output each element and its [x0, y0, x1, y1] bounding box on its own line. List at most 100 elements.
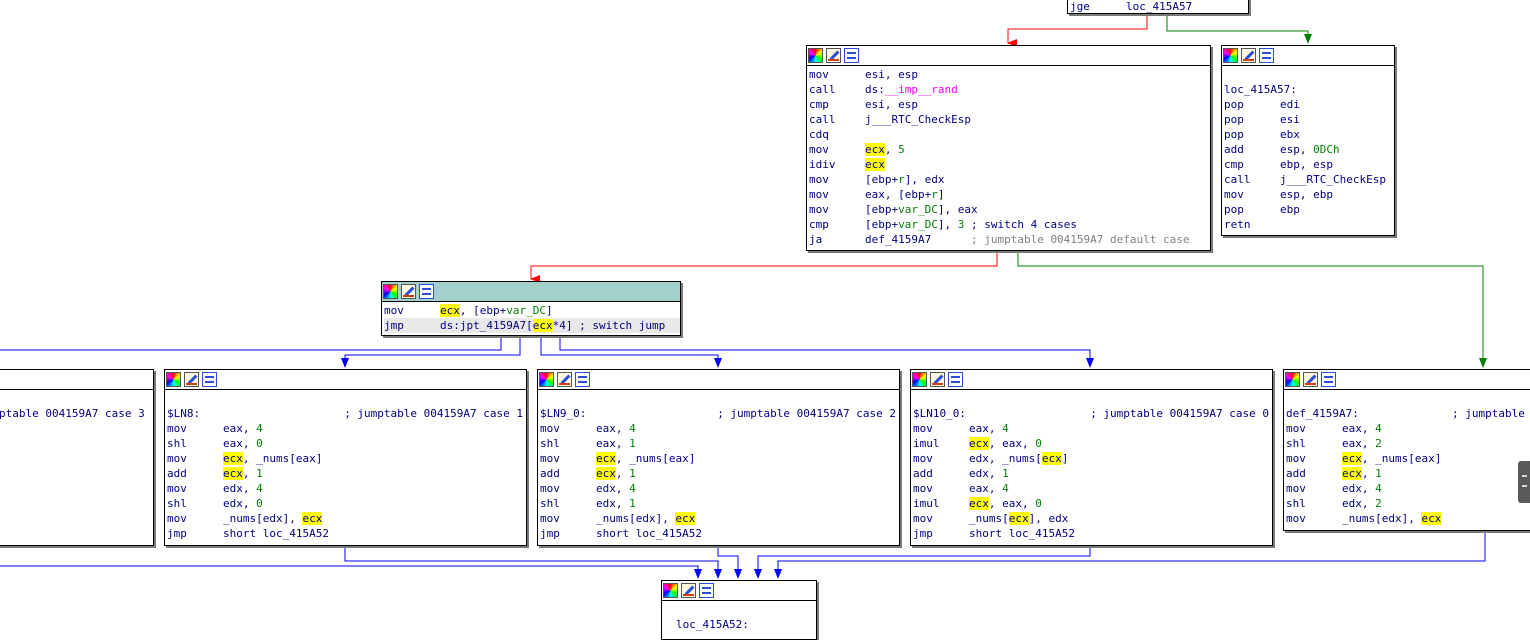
color-palette-icon[interactable] — [539, 372, 554, 387]
instruction-line[interactable]: shl eax, 0 — [167, 436, 526, 451]
instruction-line[interactable]: mov _nums[ecx], edx — [913, 511, 1272, 526]
highlighted-register[interactable]: ecx — [1342, 452, 1362, 465]
instruction-line[interactable]: mov ecx, _nums[eax] — [167, 451, 526, 466]
cfg-node-jge[interactable]: jge loc_415A57 — [1067, 0, 1249, 14]
graph-view-icon[interactable] — [202, 372, 217, 387]
highlighted-register[interactable]: ecx — [1342, 467, 1362, 480]
instruction-line[interactable]: mov eax, 4 — [1286, 421, 1530, 436]
color-palette-icon[interactable] — [1223, 48, 1238, 63]
highlighted-register[interactable]: ecx — [596, 452, 616, 465]
instruction-line[interactable]: jmp short loc_415A52 — [540, 526, 899, 541]
graph-view-icon[interactable] — [948, 372, 963, 387]
instruction-line[interactable]: cmp [ebp+var_DC], 3 ; switch 4 cases — [809, 217, 1210, 232]
instruction-line[interactable]: shl edx, 1 — [540, 496, 899, 511]
node-code[interactable]: mov ecx, [ebp+var_DC] jmp ds:jpt_4159A7[ecx… — [382, 302, 680, 333]
highlighted-register[interactable]: ecx — [969, 437, 989, 450]
instruction-line[interactable]: mov edx, 4 — [167, 481, 526, 496]
highlighted-register[interactable]: ecx — [532, 319, 553, 332]
graph-view-icon[interactable] — [1259, 48, 1274, 63]
code-label[interactable]: loc_415A52: — [676, 617, 749, 632]
edit-node-icon[interactable] — [681, 583, 696, 598]
instruction-line[interactable]: idiv ecx — [809, 157, 1210, 172]
instruction-line[interactable]: call j___RTC_CheckEsp — [809, 112, 1210, 127]
instruction-line[interactable]: mov eax, 4 — [167, 421, 526, 436]
highlighted-register[interactable]: ecx — [440, 304, 460, 317]
cfg-node-rand[interactable]: mov esi, esp call ds:__imp__rand cmp esi, esp… — [806, 45, 1211, 251]
instruction-line[interactable]: pop edi — [1224, 97, 1394, 112]
color-palette-icon[interactable] — [808, 48, 823, 63]
instruction-line[interactable]: mov edx, _nums[ecx] — [913, 451, 1272, 466]
cfg-node-case3[interactable]: ptable 004159A7 case 3 — [0, 369, 154, 546]
color-palette-icon[interactable] — [663, 583, 678, 598]
color-palette-icon[interactable] — [1285, 372, 1300, 387]
highlighted-register[interactable]: ecx — [223, 452, 243, 465]
instruction-line[interactable]: jmp short loc_415A52 — [913, 526, 1272, 541]
instruction-line[interactable]: mov ecx, _nums[eax] — [1286, 451, 1530, 466]
instruction-line[interactable]: call j___RTC_CheckEsp — [1224, 172, 1394, 187]
instruction-line[interactable]: add edx, 1 — [913, 466, 1272, 481]
cfg-node-ln9-0[interactable]: $LN9_0: ; jumptable 004159A7 case 2 mov e… — [537, 369, 900, 546]
cfg-node-loc-415a52[interactable]: loc_415A52: — [661, 580, 817, 640]
instruction-line[interactable]: cmp ebp, esp — [1224, 157, 1394, 172]
instruction-line[interactable]: add ecx, 1 — [1286, 466, 1530, 481]
instruction-line[interactable]: ja def_4159A7 ; jumptable 004159A7 defaul… — [809, 232, 1210, 247]
instruction-line[interactable]: add ecx, 1 — [167, 466, 526, 481]
instruction-line[interactable]: cmp esi, esp — [809, 97, 1210, 112]
graph-view-icon[interactable] — [575, 372, 590, 387]
instruction-line[interactable]: imul ecx, eax, 0 — [913, 496, 1272, 511]
cfg-node-loc-415a57[interactable]: loc_415A57: pop edi pop esi pop ebx add esp, 0D… — [1221, 45, 1395, 236]
instruction-line[interactable]: mov ecx, [ebp+var_DC] — [384, 303, 680, 318]
edit-node-icon[interactable] — [1241, 48, 1256, 63]
highlighted-register[interactable]: ecx — [302, 512, 323, 525]
node-code[interactable]: mov eax, 4 imul ecx, eax, 0 mov edx, _nums[ec… — [913, 421, 1272, 541]
instruction-line[interactable]: shl eax, 1 — [540, 436, 899, 451]
instruction-line[interactable]: imul ecx, eax, 0 — [913, 436, 1272, 451]
instruction-line[interactable]: mov ecx, 5 — [809, 142, 1210, 157]
instruction-line[interactable]: pop esi — [1224, 112, 1394, 127]
edit-node-icon[interactable] — [184, 372, 199, 387]
color-palette-icon[interactable] — [166, 372, 181, 387]
edit-node-icon[interactable] — [401, 284, 416, 299]
instruction-line[interactable]: mov esp, ebp — [1224, 187, 1394, 202]
instruction-line[interactable]: mov eax, 4 — [913, 421, 1272, 436]
highlighted-register[interactable]: ecx — [969, 497, 989, 510]
edit-node-icon[interactable] — [557, 372, 572, 387]
instruction-line[interactable]: mov edx, 4 — [540, 481, 899, 496]
instruction-line[interactable]: mov eax, [ebp+r] — [809, 187, 1210, 202]
edit-node-icon[interactable] — [930, 372, 945, 387]
instruction-line[interactable]: shl eax, 2 — [1286, 436, 1530, 451]
instruction-line[interactable]: jmp ds:jpt_4159A7[ecx*4] ; switch jump — [384, 318, 680, 333]
instruction-line[interactable]: mov [ebp+var_DC], eax — [809, 202, 1210, 217]
cfg-node-ln8[interactable]: $LN8: ; jumptable 004159A7 case 1 mov eax… — [164, 369, 527, 546]
code-label[interactable]: $LN8: — [167, 406, 200, 421]
instruction-line[interactable]: mov _nums[edx], ecx — [540, 511, 899, 526]
node-code[interactable]: mov eax, 4 shl eax, 0 mov ecx, _nums[eax] add e… — [167, 421, 526, 541]
instruction-line[interactable]: pop ebp — [1224, 202, 1394, 217]
graph-view-icon[interactable] — [1321, 372, 1336, 387]
node-code[interactable]: mov esi, esp call ds:__imp__rand cmp esi, esp… — [807, 66, 1210, 247]
highlighted-register[interactable]: ecx — [1008, 512, 1029, 525]
node-code[interactable]: mov eax, 4 shl eax, 2 mov ecx, _nums[eax] add e… — [1286, 421, 1530, 526]
instruction-line[interactable]: jmp short loc_415A52 — [167, 526, 526, 541]
highlighted-register[interactable]: ecx — [223, 467, 243, 480]
instruction-line[interactable]: mov [ebp+r], edx — [809, 172, 1210, 187]
graph-view-icon[interactable] — [844, 48, 859, 63]
instruction-line[interactable]: cdq — [809, 127, 1210, 142]
graph-view-icon[interactable] — [699, 583, 714, 598]
code-label[interactable]: loc_415A57: — [1224, 82, 1297, 97]
instruction-line[interactable]: mov _nums[edx], ecx — [167, 511, 526, 526]
highlighted-register[interactable]: ecx — [596, 467, 616, 480]
color-palette-icon[interactable] — [383, 284, 398, 299]
instruction-line[interactable]: mov eax, 4 — [540, 421, 899, 436]
cfg-node-ln10-0[interactable]: $LN10_0: ; jumptable 004159A7 case 0 mov… — [910, 369, 1273, 546]
scroll-handle[interactable] — [1518, 461, 1530, 503]
instruction-line[interactable]: retn — [1224, 217, 1394, 232]
instruction-line[interactable]: shl edx, 2 — [1286, 496, 1530, 511]
node-code[interactable]: mov eax, 4 shl eax, 1 mov ecx, _nums[eax] add e… — [540, 421, 899, 541]
highlighted-register[interactable]: ecx — [1041, 452, 1062, 465]
highlighted-register[interactable]: ecx — [1421, 512, 1442, 525]
code-label[interactable]: $LN9_0: — [540, 406, 586, 421]
code-label[interactable]: $LN10_0: — [913, 406, 966, 421]
code-label[interactable]: def_4159A7: — [1286, 406, 1452, 421]
instruction-line[interactable]: mov eax, 4 — [913, 481, 1272, 496]
